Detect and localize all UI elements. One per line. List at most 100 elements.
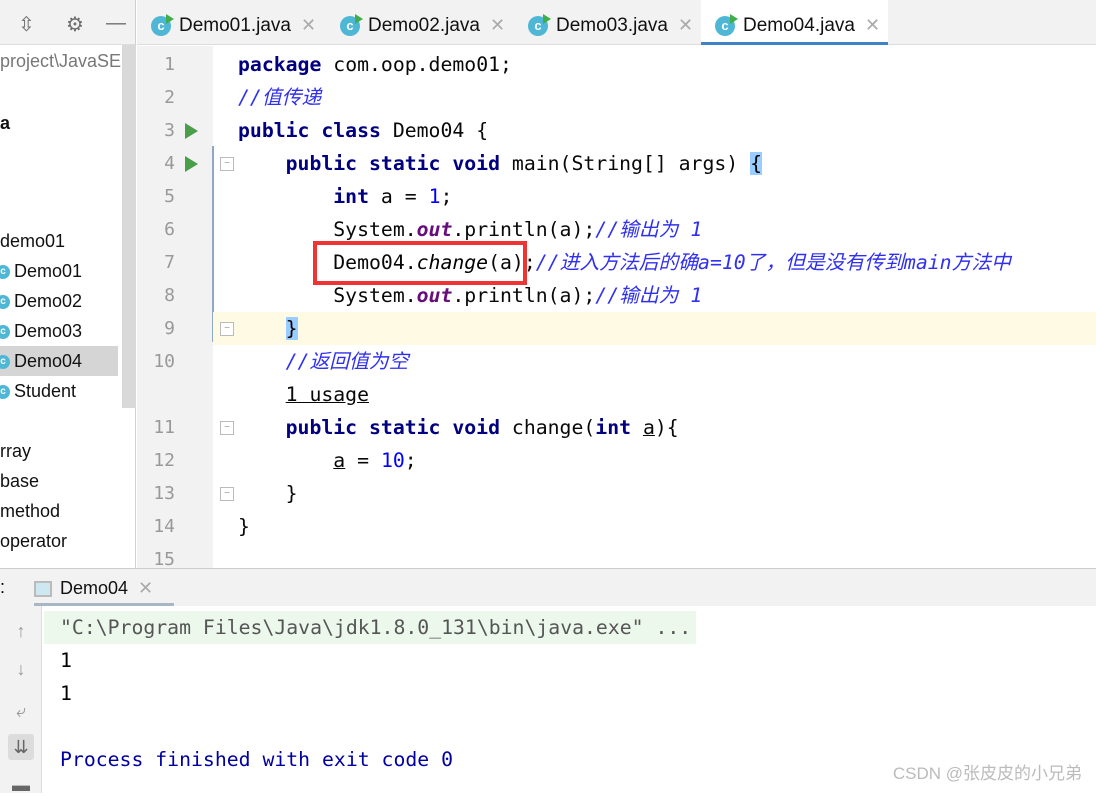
console-icon — [34, 581, 52, 598]
usages-link[interactable]: 1 usage — [286, 383, 369, 406]
tree-item[interactable]: operator — [0, 526, 122, 556]
sidebar-scrollbar[interactable] — [122, 45, 136, 408]
code-line: public static void change(int a){ — [238, 411, 1096, 444]
tab-label: Demo04.java — [743, 15, 855, 36]
code-token: System. — [238, 284, 417, 307]
code-line: //返回值为空 — [238, 345, 1096, 378]
close-icon[interactable]: ✕ — [865, 15, 880, 35]
tree-item-label: a — [0, 113, 11, 133]
console-header: : Demo04 ✕ — [0, 569, 1096, 606]
tree-item[interactable]: demo01 — [0, 226, 122, 256]
class-icon: c — [0, 385, 10, 400]
gear-icon[interactable]: ⚙ — [66, 12, 84, 37]
line-number: 15 — [153, 549, 175, 570]
fold-icon[interactable]: − — [220, 487, 234, 501]
line-number: 11 — [153, 417, 175, 438]
close-icon[interactable]: ✕ — [138, 578, 153, 598]
code-token: Demo04 { — [392, 119, 489, 142]
line-number: 8 — [164, 285, 175, 306]
line-number: 9 — [164, 318, 175, 339]
run-icon[interactable] — [185, 123, 198, 139]
tree-item[interactable]: c Demo04 — [0, 346, 118, 376]
highlight-box — [313, 241, 527, 285]
code-line: int a = 1; — [238, 180, 1096, 213]
tree-item-label: base — [0, 471, 40, 491]
code-token: a = — [380, 185, 429, 208]
tree-item[interactable]: c Demo02 — [0, 286, 118, 316]
tab-label: Demo02.java — [368, 15, 480, 36]
code-token: //值传递 — [238, 86, 322, 109]
tree-item[interactable]: rray — [0, 436, 122, 466]
close-icon[interactable]: ✕ — [301, 15, 316, 35]
tab-demo04-java[interactable]: c Demo04.java ✕ — [701, 0, 888, 45]
class-icon: c — [0, 265, 10, 280]
fold-icon[interactable]: − — [220, 157, 234, 171]
close-icon[interactable]: ✕ — [490, 15, 505, 35]
code-token: int — [595, 416, 643, 439]
class-icon: c — [151, 13, 174, 36]
code-token: a — [642, 416, 655, 439]
code-editor[interactable]: package com.oop.demo01; //值传递 public class… — [238, 46, 1096, 568]
tab-demo02-java[interactable]: c Demo02.java ✕ — [326, 0, 514, 45]
tree-item[interactable]: c Demo01 — [0, 256, 118, 286]
tab-demo03-java[interactable]: c Demo03.java ✕ — [514, 0, 701, 45]
tree-item[interactable]: c Demo03 — [0, 316, 118, 346]
tree-item[interactable]: method — [0, 496, 122, 526]
code-token: public static void — [238, 152, 512, 175]
line-number: 2 — [164, 87, 175, 108]
line-number: 7 — [164, 252, 175, 273]
code-token: package — [238, 53, 334, 76]
tree-item[interactable]: a — [0, 108, 122, 138]
code-token: com.oop.demo01; — [333, 53, 512, 76]
minimize-icon[interactable]: — — [106, 12, 126, 35]
tree-item[interactable]: base — [0, 466, 122, 496]
fold-icon[interactable]: − — [220, 421, 234, 435]
fold-gutter: − − − − — [212, 46, 1096, 568]
class-icon: c — [0, 295, 10, 310]
console-tab[interactable]: Demo04 ✕ — [34, 569, 174, 606]
print-icon[interactable]: ▬ — [8, 772, 34, 798]
line-number: 3 — [164, 120, 175, 141]
tree-item-label: demo01 — [0, 231, 66, 251]
scroll-to-end-icon[interactable]: ⇊ — [8, 734, 34, 760]
code-token: ){ — [654, 416, 679, 439]
project-path: project\JavaSE — [0, 51, 122, 71]
tab-demo01-java[interactable]: c Demo01.java ✕ — [137, 0, 326, 45]
line-number: 5 — [164, 186, 175, 207]
code-token: .println(a); — [452, 284, 596, 307]
code-token: //进入方法后的确a=10了，但是没有传到main方法中 — [535, 251, 1011, 274]
line-number: 13 — [153, 483, 175, 504]
code-line: 1 usage — [238, 378, 1096, 411]
class-icon: c — [528, 13, 551, 36]
collapse-all-icon[interactable]: ⇳ — [18, 12, 35, 37]
soft-wrap-icon[interactable]: ⤶ — [8, 698, 34, 724]
run-icon[interactable] — [185, 156, 198, 172]
line-number: 14 — [153, 516, 175, 537]
close-icon[interactable]: ✕ — [678, 15, 693, 35]
console-line: 1 — [60, 682, 72, 705]
tab-label: Demo03.java — [556, 15, 668, 36]
tree-item[interactable]: c Student — [0, 376, 118, 406]
code-token: } — [285, 317, 298, 340]
arrow-down-icon[interactable]: ↓ — [8, 656, 34, 682]
code-token: int — [238, 185, 381, 208]
tree-item-label: rray — [0, 441, 31, 461]
line-number: 12 — [153, 450, 175, 471]
tree-item-label: method — [0, 501, 61, 521]
code-token: out — [416, 218, 453, 241]
code-line: package com.oop.demo01; — [238, 48, 1096, 81]
fold-icon[interactable]: − — [220, 322, 234, 336]
code-token: } — [238, 515, 250, 538]
code-token: .println(a); — [452, 218, 596, 241]
code-line: public class Demo04 { — [238, 114, 1096, 147]
code-token: main(String[] args) — [511, 152, 751, 175]
code-token: System. — [238, 218, 417, 241]
line-number: 6 — [164, 219, 175, 240]
code-token: ; — [404, 449, 417, 472]
arrow-up-icon[interactable]: ↑ — [8, 618, 34, 644]
class-icon: c — [0, 355, 10, 370]
code-line: public static void main(String[] args) { — [238, 147, 1096, 180]
